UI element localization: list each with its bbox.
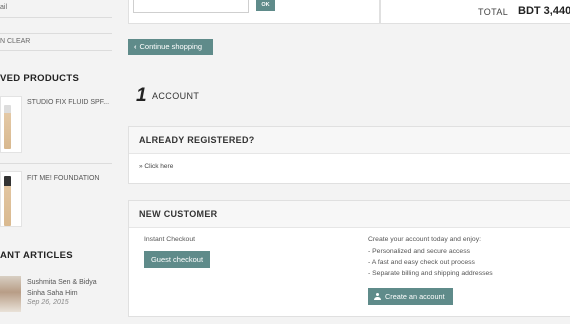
benefit-item: - Personalized and secure access <box>368 248 471 255</box>
viewed-products-heading: VED PRODUCTS <box>0 73 80 84</box>
continue-shopping-button[interactable]: ‹ Continue shopping <box>128 39 213 55</box>
user-icon <box>374 293 381 300</box>
product-link[interactable]: FIT ME! FOUNDATION <box>27 175 99 182</box>
sidebar: ail N CLEAR VED PRODUCTS STUDIO FIX FLUI… <box>0 0 112 324</box>
login-click-here-link[interactable]: » Click here <box>139 163 173 170</box>
step-label: ACCOUNT <box>152 91 200 101</box>
article-title-line[interactable]: Sinha Saha Him <box>27 288 78 299</box>
new-customer-panel: NEW CUSTOMER Instant Checkout Guest chec… <box>128 200 570 317</box>
benefit-item: - A fast and easy check out process <box>368 259 475 266</box>
already-registered-heading: ALREADY REGISTERED? <box>129 127 570 154</box>
foundation-bottle-image <box>4 105 11 149</box>
divider <box>0 50 112 51</box>
create-account-button[interactable]: Create an account <box>368 288 453 305</box>
divider <box>0 163 112 164</box>
product-link[interactable]: STUDIO FIX FLUID SPF... <box>27 99 109 106</box>
total-box: TOTAL BDT 3,440 <box>380 0 570 24</box>
sidebar-clear-link[interactable]: N CLEAR <box>0 38 30 45</box>
article-thumbnail[interactable] <box>0 276 21 312</box>
chevron-left-icon: ‹ <box>134 42 137 51</box>
step-number: 1 <box>136 85 147 106</box>
sidebar-top-text: ail <box>0 4 8 11</box>
article-title-line[interactable]: Sushmita Sen & Bidya <box>27 277 97 288</box>
recent-articles-heading: ANT ARTICLES <box>0 250 73 261</box>
product-thumbnail[interactable] <box>0 96 22 153</box>
instant-checkout-label: Instant Checkout <box>144 236 196 243</box>
account-benefits-intro: Create your account today and enjoy: <box>368 236 481 243</box>
foundation-bottle-image <box>4 176 11 226</box>
coupon-box: OK <box>128 0 380 24</box>
coupon-input[interactable] <box>133 0 249 13</box>
total-label: TOTAL <box>478 7 509 17</box>
continue-shopping-label: Continue shopping <box>139 42 203 51</box>
coupon-ok-button[interactable]: OK <box>256 0 275 11</box>
new-customer-heading: NEW CUSTOMER <box>129 201 570 228</box>
create-account-label: Create an account <box>385 292 445 301</box>
benefit-item: - Separate billing and shipping addresse… <box>368 270 493 277</box>
total-value: BDT 3,440 <box>518 5 570 17</box>
guest-checkout-button[interactable]: Guest checkout <box>144 251 210 268</box>
product-thumbnail[interactable] <box>0 171 22 227</box>
divider <box>0 17 112 18</box>
article-date: Sep 26, 2015 <box>27 299 69 306</box>
divider <box>0 33 112 34</box>
already-registered-panel: ALREADY REGISTERED? » Click here <box>128 126 570 184</box>
